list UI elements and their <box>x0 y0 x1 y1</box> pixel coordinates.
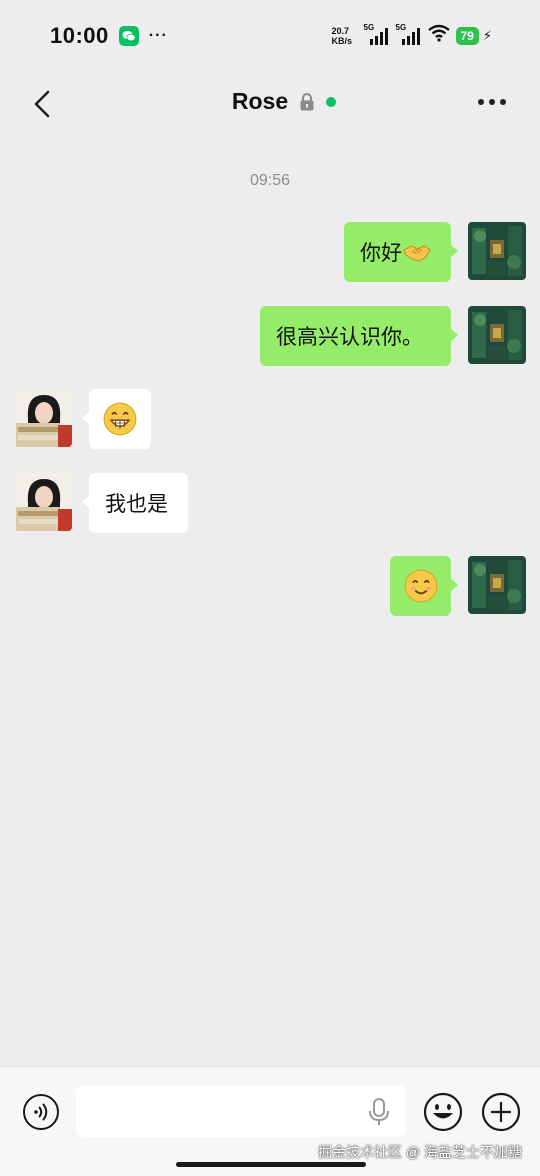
voice-icon <box>23 1094 59 1130</box>
status-bar: 10:00 ··· 20.7 KB/s 5G 5G 79 ⚡︎ <box>0 0 540 72</box>
message-bubble-sent[interactable]: 你好 <box>344 222 458 282</box>
chat-title: Rose <box>231 88 289 114</box>
message-text: 你好 <box>360 242 402 265</box>
my-avatar[interactable] <box>468 306 526 364</box>
wifi-icon <box>427 24 450 47</box>
message-input[interactable] <box>76 1085 406 1137</box>
emoji-icon <box>423 1092 463 1132</box>
status-time: 10:00 <box>50 23 109 48</box>
more-options-button[interactable] <box>481 1092 521 1132</box>
watermark: 掘金技术社区 @ 海盐芝士不加糖 <box>318 1144 522 1160</box>
bolt-icon: ⚡︎ <box>482 27 492 43</box>
plus-icon <box>481 1092 521 1132</box>
notification-dots-icon: ··· <box>148 27 168 44</box>
contact-avatar[interactable] <box>14 389 72 447</box>
smile-emoji-icon <box>404 569 437 603</box>
lock-icon <box>300 92 314 110</box>
network-speed-value: 20.7 <box>331 25 350 36</box>
my-avatar[interactable] <box>468 222 526 280</box>
more-dots-icon <box>478 99 484 105</box>
message-bubble-sent[interactable] <box>390 556 458 616</box>
network-speed-unit: KB/s <box>331 35 353 46</box>
nav-bar: Rose <box>0 72 540 136</box>
message-timestamp: 09:56 <box>249 172 291 189</box>
network-speed: 20.7 KB/s <box>332 26 358 46</box>
message-text: 很高兴认识你。 <box>276 326 423 349</box>
signal-icon-sim1: 5G <box>363 22 390 46</box>
message-text: 我也是 <box>105 493 168 516</box>
nav-title-group: Rose <box>0 88 540 115</box>
wechat-icon <box>118 26 139 46</box>
signal-icon-sim2: 5G <box>395 22 422 46</box>
emoji-button[interactable] <box>423 1092 463 1132</box>
more-dots-icon <box>500 99 506 105</box>
home-indicator[interactable] <box>176 1162 366 1167</box>
message-bubble-received[interactable]: 我也是 <box>82 473 188 533</box>
sim1-label: 5G <box>363 22 375 32</box>
microphone-icon[interactable] <box>368 1097 390 1127</box>
my-avatar[interactable] <box>468 556 526 614</box>
handshake-emoji-icon <box>403 245 431 262</box>
contact-avatar[interactable] <box>14 473 72 531</box>
voice-toggle-button[interactable] <box>22 1093 60 1131</box>
more-button[interactable] <box>478 90 514 114</box>
grin-emoji-icon <box>103 402 137 436</box>
battery-level: 79 <box>455 26 479 45</box>
online-status-dot <box>326 96 337 107</box>
message-bubble-sent[interactable]: 很高兴认识你。 <box>260 306 458 366</box>
sim2-label: 5G <box>395 22 407 32</box>
more-dots-icon <box>489 99 495 105</box>
status-indicators: 20.7 KB/s 5G 5G 79 ⚡︎ <box>332 22 493 47</box>
message-bubble-received[interactable] <box>82 389 151 449</box>
